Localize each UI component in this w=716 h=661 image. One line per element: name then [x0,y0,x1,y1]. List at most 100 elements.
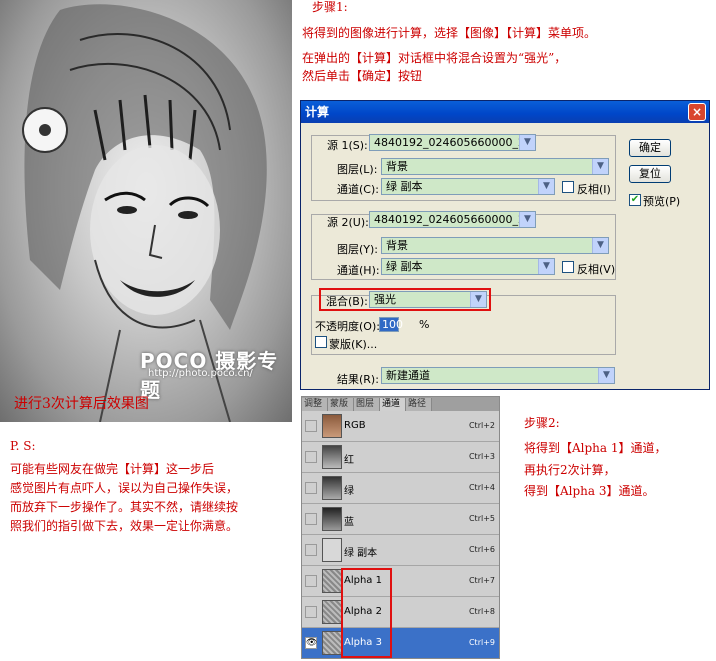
visibility-toggle[interactable] [305,575,317,587]
source2-invert-label: 反相(V) [577,263,616,276]
step1-line3: 然后单击【确定】按钮 [302,69,423,83]
chevron-down-icon: ▼ [538,179,554,194]
channel-thumbnail [322,569,342,593]
result-select[interactable]: 新建通道 ▼ [381,367,615,384]
visibility-toggle[interactable] [305,513,317,525]
channel-shortcut: Ctrl+7 [468,576,495,585]
source2-layer-label: 图层(Y): [337,243,379,256]
channel-row-blue[interactable]: 蓝 Ctrl+5 [302,504,499,535]
channel-row-green-copy[interactable]: 绿 副本 Ctrl+6 [302,535,499,566]
blend-mode-select[interactable]: 强光 ▼ [369,291,487,308]
channel-name: 绿 [344,486,354,497]
tab-adjustments[interactable]: 调整 [302,398,328,411]
step2-line2: 再执行2次计算， [524,463,616,477]
source2-file-value: 4840192_024605660000_2.j... [374,213,536,226]
ps-line4: 照我们的指引做下去，效果一定让你满意。 [10,519,239,533]
source2-file-select[interactable]: 4840192_024605660000_2.j... ▼ [369,211,536,228]
chevron-down-icon: ▼ [598,368,614,383]
channel-name: 红 [344,455,354,466]
ps-line1: 可能有些网友在做完【计算】这一步后 [10,462,215,476]
blend-label: 混合(B): [326,295,368,308]
tab-layers[interactable]: 图层 [354,398,380,411]
source1-invert-checkbox[interactable] [562,181,574,193]
step2-line3: 得到【Alpha 3】通道。 [524,484,655,498]
photo-caption: 进行3次计算后效果图 [14,396,149,412]
channel-row-alpha-2[interactable]: Alpha 2 Ctrl+8 [302,597,499,628]
result-photo: POCO 摄影专题 http://photo.poco.cn/ 进行3次计算后效… [0,0,292,422]
channel-shortcut: Ctrl+3 [468,452,495,461]
channel-row-rgb[interactable]: RGB Ctrl+2 [302,411,499,442]
channel-shortcut: Ctrl+2 [468,421,495,430]
visibility-toggle[interactable] [305,544,317,556]
channel-thumbnail [322,414,342,438]
source1-label: 源 1(S): [327,139,368,152]
visibility-toggle[interactable] [305,420,317,432]
chevron-down-icon: ▼ [519,212,535,227]
channel-name: RGB [344,420,366,431]
close-icon[interactable]: × [688,103,706,121]
ps-line2: 感觉图片有点吓人，误以为自己操作失误， [10,481,239,495]
source1-file-value: 4840192_024605660000_2.j... [374,136,536,149]
opacity-unit: % [419,318,430,331]
chevron-down-icon: ▼ [470,292,486,307]
source1-channel-label: 通道(C): [337,183,379,196]
dialog-titlebar[interactable]: 计算 [301,101,709,123]
source2-layer-value: 背景 [386,239,408,252]
source2-channel-select[interactable]: 绿 副本 ▼ [381,258,555,275]
alpha-highlight-box [341,568,392,658]
channel-name: 蓝 [344,517,354,528]
ok-button[interactable]: 确定 [629,139,671,157]
mask-checkbox[interactable] [315,336,327,348]
channel-thumbnail [322,631,342,655]
dialog-title: 计算 [305,105,330,119]
source2-invert-checkbox[interactable] [562,261,574,273]
visibility-toggle[interactable] [305,606,317,618]
channel-thumbnail [322,445,342,469]
channel-thumbnail [322,538,342,562]
source1-channel-value: 绿 副本 [386,180,423,193]
preview-label: 预览(P) [643,195,681,208]
source1-layer-value: 背景 [386,160,408,173]
ps-line3: 而放弃下一步操作了。其实不然，请继续按 [10,500,239,514]
result-value: 新建通道 [386,369,430,382]
opacity-input[interactable]: 100 [379,317,403,332]
channel-row-alpha-3[interactable]: 👁 Alpha 3 Ctrl+9 [302,628,499,658]
panel-tabs: 调整 蒙版 图层 通道 路径 [302,397,499,411]
eye-icon[interactable]: 👁 [305,637,317,649]
chevron-down-icon: ▼ [592,159,608,174]
preview-checkbox[interactable]: ✔ [629,194,641,206]
result-label: 结果(R): [337,373,379,386]
source1-invert-label: 反相(I) [577,183,611,196]
channel-thumbnail [322,600,342,624]
channel-thumbnail [322,476,342,500]
reset-button[interactable]: 复位 [629,165,671,183]
source1-channel-select[interactable]: 绿 副本 ▼ [381,178,555,195]
channel-row-alpha-1[interactable]: Alpha 1 Ctrl+7 [302,566,499,597]
source2-channel-value: 绿 副本 [386,260,423,273]
source2-label: 源 2(U): [327,216,369,229]
channel-shortcut: Ctrl+5 [468,514,495,523]
watermark-url: http://photo.poco.cn/ [148,368,253,379]
channel-row-red[interactable]: 红 Ctrl+3 [302,442,499,473]
channel-row-green[interactable]: 绿 Ctrl+4 [302,473,499,504]
source2-layer-select[interactable]: 背景 ▼ [381,237,609,254]
source1-file-select[interactable]: 4840192_024605660000_2.j... ▼ [369,134,536,151]
channels-panel: 调整 蒙版 图层 通道 路径 RGB Ctrl+2 红 Ctrl+3 绿 Ctr… [301,396,500,659]
channel-shortcut: Ctrl+8 [468,607,495,616]
source1-layer-select[interactable]: 背景 ▼ [381,158,609,175]
visibility-toggle[interactable] [305,451,317,463]
step2-title: 步骤2: [524,416,560,430]
tab-masks[interactable]: 蒙版 [328,398,354,411]
chevron-down-icon: ▼ [519,135,535,150]
calculations-dialog: 计算 × 源 1(S): 4840192_024605660000_2.j...… [300,100,710,390]
tab-paths[interactable]: 路径 [406,398,432,411]
step1-line1: 将得到的图像进行计算，选择【图像】【计算】菜单项。 [302,26,597,40]
step1-title: 步骤1: [312,0,348,14]
channel-name: 绿 副本 [344,548,378,559]
visibility-toggle[interactable] [305,482,317,494]
channel-shortcut: Ctrl+9 [468,638,495,647]
tab-channels[interactable]: 通道 [380,398,406,411]
step2-line1: 将得到【Alpha 1】通道， [524,441,667,455]
channel-shortcut: Ctrl+6 [468,545,495,554]
chevron-down-icon: ▼ [538,259,554,274]
